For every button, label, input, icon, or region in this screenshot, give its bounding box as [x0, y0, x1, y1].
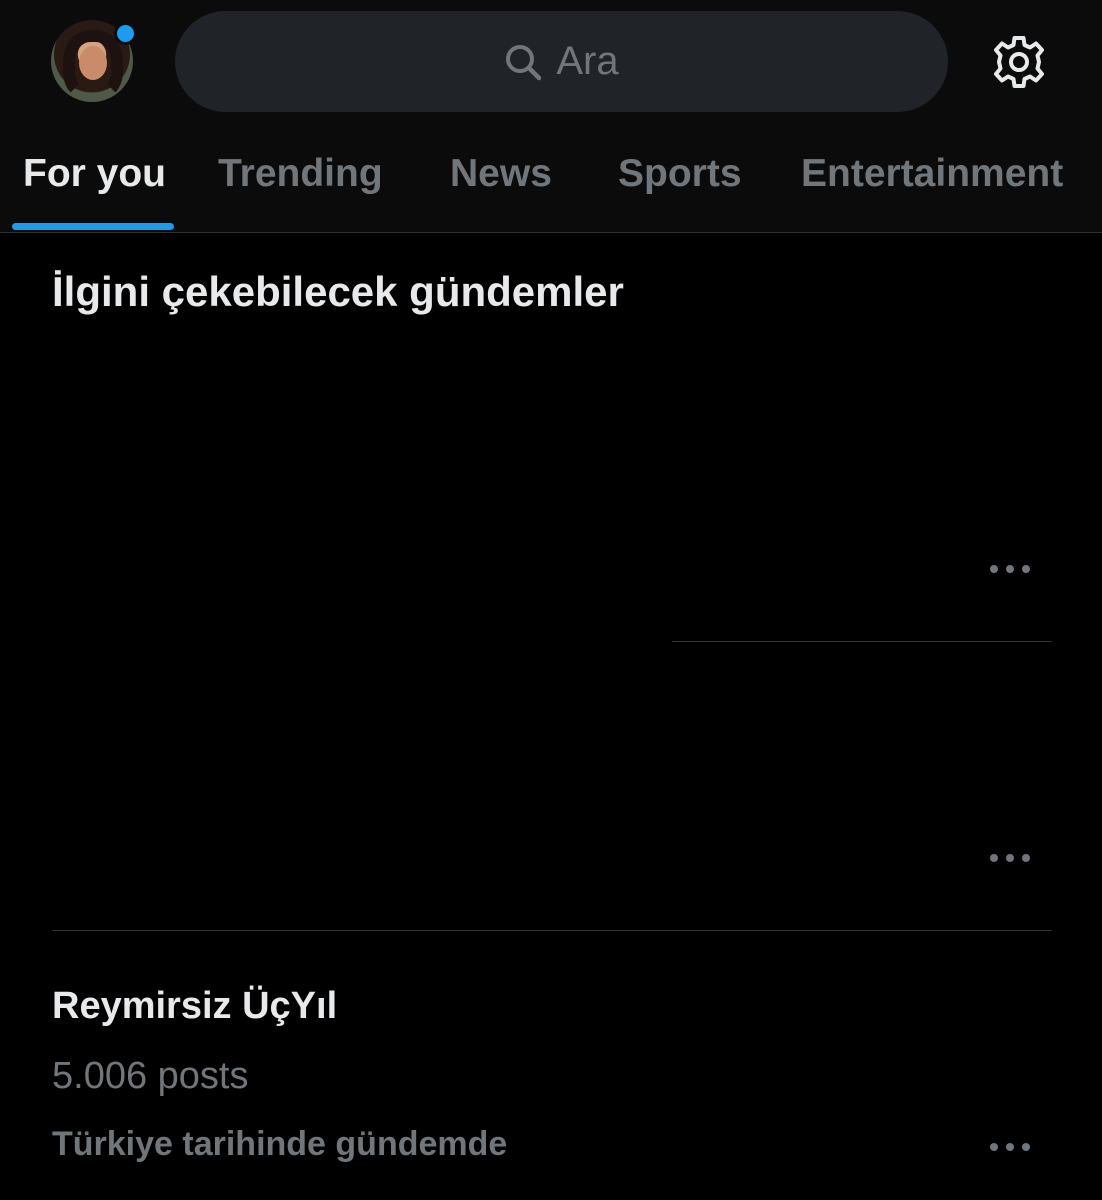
search-icon [504, 43, 542, 81]
avatar-face [79, 46, 107, 80]
trend-name[interactable]: Reymirsiz ÜçYıl [52, 985, 337, 1028]
search-bar[interactable]: Ara [175, 11, 948, 112]
dot [990, 565, 998, 573]
row-divider [672, 641, 1052, 642]
dot [1006, 565, 1014, 573]
active-tab-indicator [12, 223, 174, 230]
trend-post-count: 5.006 posts [52, 1055, 249, 1097]
dot [990, 1143, 998, 1151]
row-divider [52, 930, 1052, 931]
tab-for-you[interactable]: For you [23, 152, 166, 196]
gear-icon[interactable] [990, 33, 1048, 91]
dot [1006, 854, 1014, 862]
more-options-icon[interactable] [990, 1141, 1030, 1153]
more-options-icon[interactable] [990, 852, 1030, 864]
top-bar: Ara For you Trending News Sports Enterta… [0, 0, 1102, 233]
search-placeholder: Ara [556, 39, 619, 83]
search-bar-content: Ara [175, 11, 948, 112]
more-options-icon[interactable] [990, 563, 1030, 575]
section-title: İlgini çekebilecek gündemler [52, 268, 624, 315]
tab-trending[interactable]: Trending [218, 152, 383, 196]
dot [990, 854, 998, 862]
dot [1022, 854, 1030, 862]
tab-bar: For you Trending News Sports Entertainme… [0, 140, 1102, 232]
dot [1022, 1143, 1030, 1151]
tab-entertainment[interactable]: Entertainment [801, 152, 1063, 196]
tab-news[interactable]: News [450, 152, 552, 196]
tab-sports[interactable]: Sports [618, 152, 742, 196]
dot [1022, 565, 1030, 573]
dot [1006, 1143, 1014, 1151]
trend-context: Türkiye tarihinde gündemde [52, 1125, 508, 1163]
notification-dot [114, 22, 137, 45]
